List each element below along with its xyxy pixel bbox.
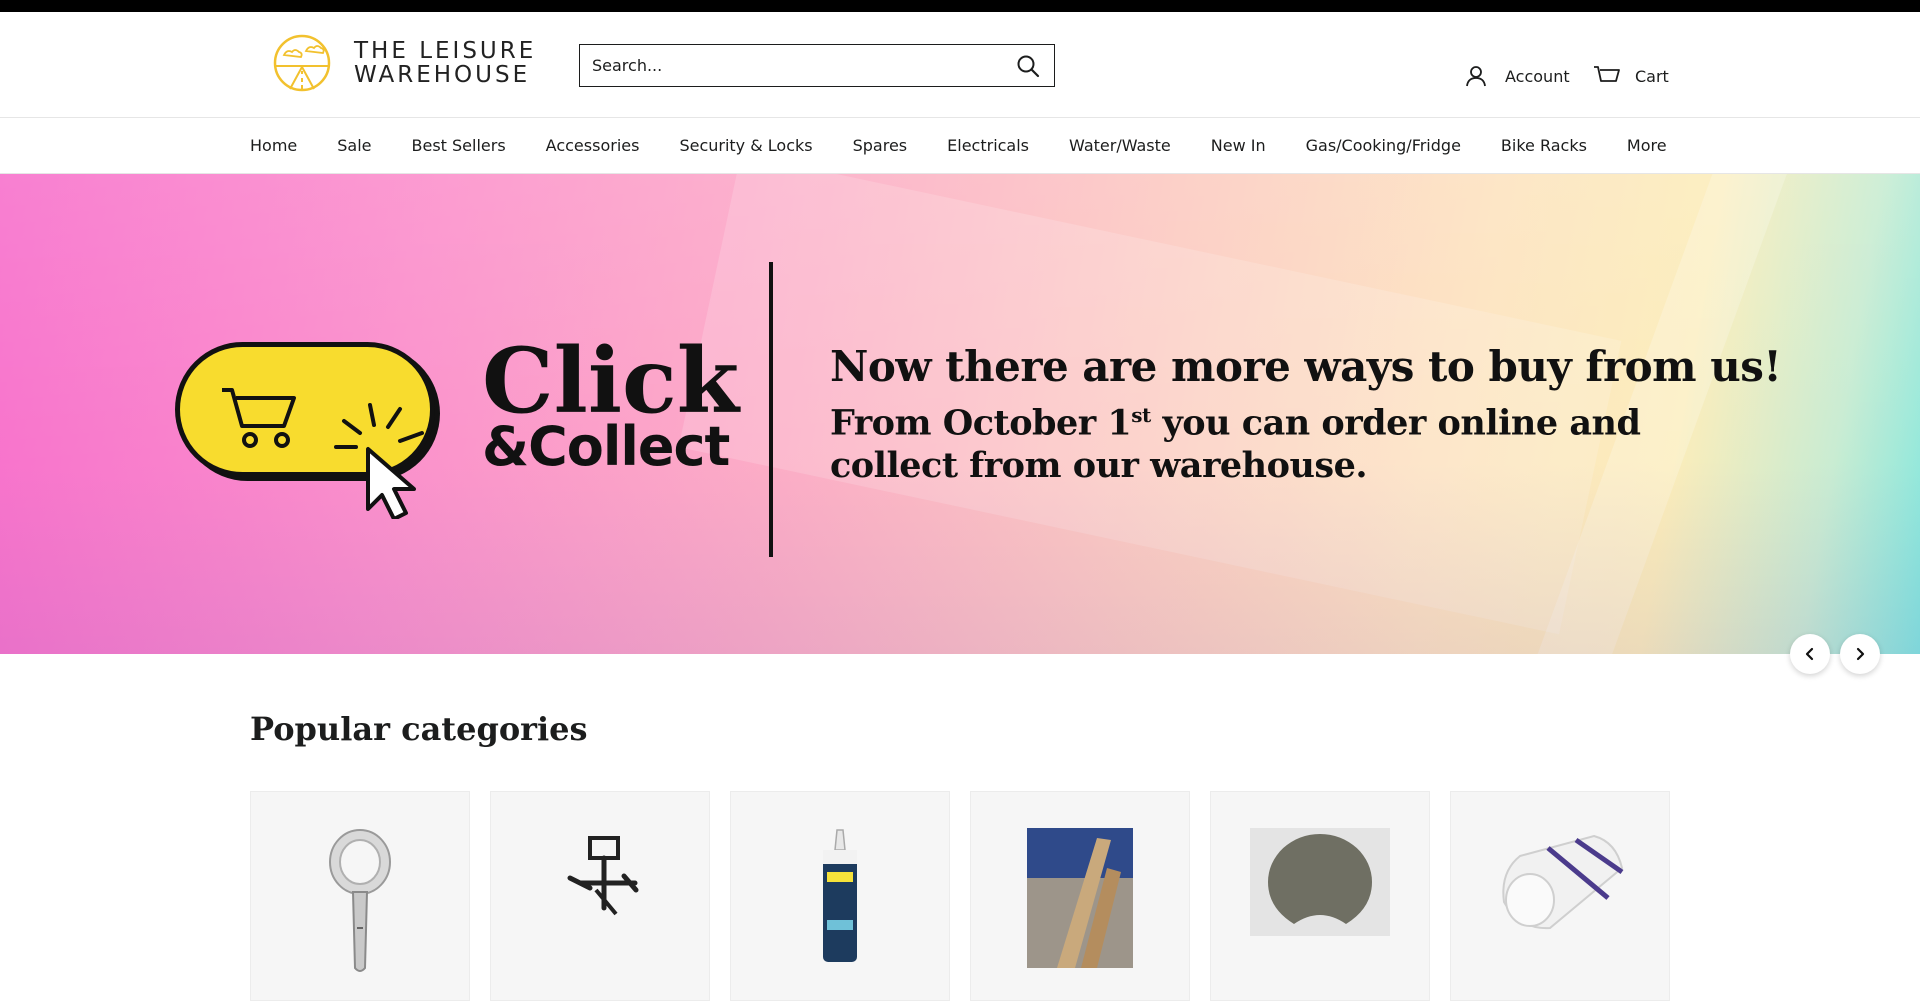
hero-click-text: Click <box>482 328 740 434</box>
nav-item-bike-racks[interactable]: Bike Racks <box>1501 136 1587 155</box>
category-grid <box>250 791 1670 1001</box>
nav-item-water-waste[interactable]: Water/Waste <box>1069 136 1171 155</box>
carousel-next-button[interactable] <box>1840 634 1880 674</box>
cart-link[interactable]: Cart <box>1593 64 1669 88</box>
search-icon <box>1017 55 1040 77</box>
top-announcement-bar <box>0 0 1920 12</box>
category-card[interactable] <box>490 791 710 1001</box>
shopping-cart-icon <box>222 388 296 448</box>
hero-subheading: From October 1st you can order online an… <box>830 394 1750 487</box>
bike-rack-icon <box>567 836 639 916</box>
site-logo[interactable]: THE LEISURE WAREHOUSE <box>272 33 536 93</box>
hero-sub-part-1: From October 1 <box>830 402 1132 444</box>
logo-line-1: THE LEISURE <box>354 38 537 64</box>
shower-head-icon <box>329 829 391 972</box>
category-card[interactable] <box>1210 791 1430 1001</box>
nav-item-spares[interactable]: Spares <box>853 136 908 155</box>
user-icon <box>1466 66 1486 87</box>
nav-item-new-in[interactable]: New In <box>1211 136 1266 155</box>
account-label: Account <box>1505 66 1570 86</box>
category-card[interactable] <box>730 791 950 1001</box>
category-card[interactable] <box>1450 791 1670 1001</box>
hero-divider <box>769 262 773 557</box>
category-card[interactable] <box>970 791 1190 1001</box>
nav-item-security-locks[interactable]: Security & Locks <box>679 136 812 155</box>
logo-wordmark: THE LEISURE WAREHOUSE <box>354 39 536 87</box>
nav-item-home[interactable]: Home <box>250 136 297 155</box>
search-button[interactable] <box>1014 52 1042 80</box>
grey-plate-icon <box>1250 828 1390 936</box>
popular-categories-title: Popular categories <box>250 710 588 748</box>
nav-item-electricals[interactable]: Electricals <box>947 136 1029 155</box>
hero-banner[interactable]: Click &Collect Now there are more ways t… <box>0 174 1920 654</box>
search-bar <box>579 44 1055 87</box>
cart-icon <box>1594 66 1620 82</box>
chevron-right-icon <box>1856 647 1865 661</box>
rolled-mattress-icon <box>1502 834 1624 930</box>
chevron-left-icon <box>1805 647 1814 661</box>
sealant-tube-icon <box>823 829 857 962</box>
search-input[interactable] <box>592 56 1014 75</box>
nav-item-more[interactable]: More <box>1627 136 1667 155</box>
carousel-prev-button[interactable] <box>1790 634 1830 674</box>
logo-mark-icon <box>273 34 331 92</box>
nav-item-gas-cooking-fridge[interactable]: Gas/Cooking/Fridge <box>1306 136 1461 155</box>
logo-line-2: WAREHOUSE <box>354 62 531 88</box>
hero-collect-text: &Collect <box>482 415 730 478</box>
nav-item-sale[interactable]: Sale <box>337 136 371 155</box>
site-header: THE LEISURE WAREHOUSE Account Cart <box>0 12 1920 118</box>
wood-trim-icon <box>1027 828 1133 968</box>
hero-sub-superscript: st <box>1131 403 1151 427</box>
main-nav: Home Sale Best Sellers Accessories Secur… <box>0 118 1920 174</box>
nav-item-best-sellers[interactable]: Best Sellers <box>412 136 506 155</box>
mouse-pointer-icon <box>334 403 424 519</box>
hero-heading: Now there are more ways to buy from us! <box>830 342 1782 391</box>
nav-item-accessories[interactable]: Accessories <box>546 136 640 155</box>
category-card[interactable] <box>250 791 470 1001</box>
account-link[interactable]: Account <box>1465 64 1570 88</box>
cart-label: Cart <box>1635 66 1669 86</box>
